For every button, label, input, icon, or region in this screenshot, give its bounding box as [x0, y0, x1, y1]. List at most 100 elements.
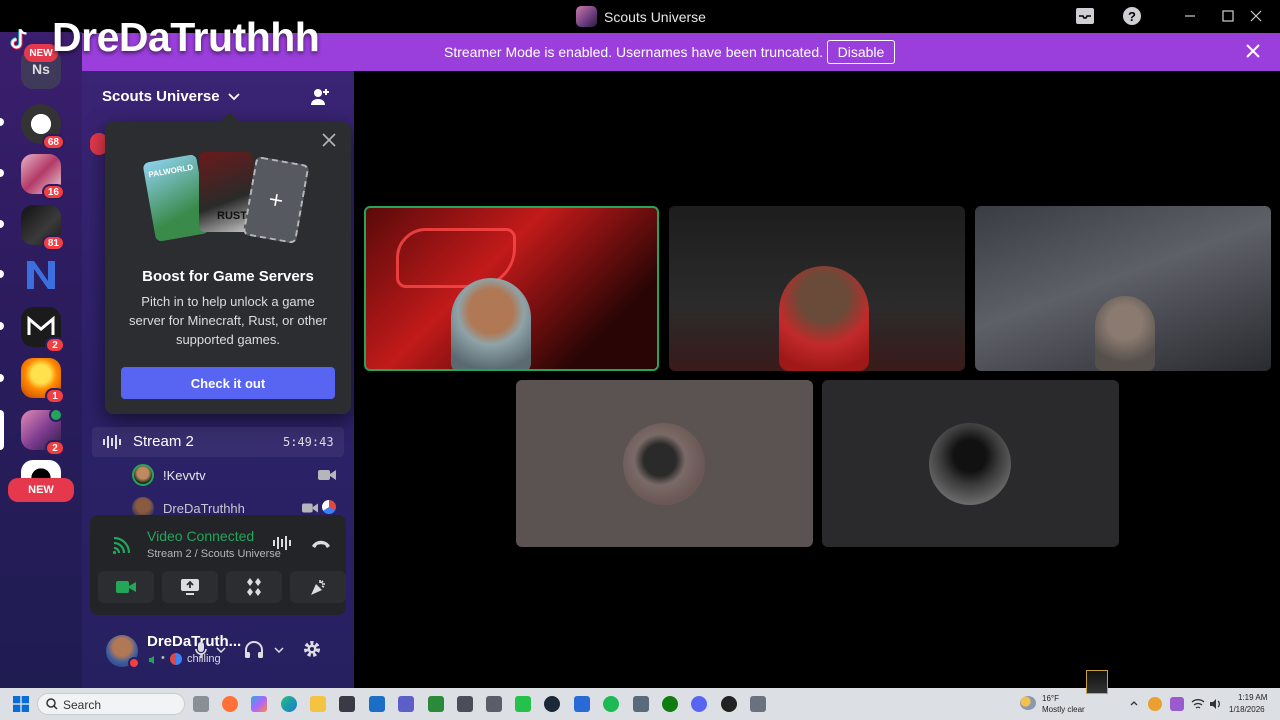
- server-initials: Ns: [32, 61, 50, 77]
- discord-icon[interactable]: [691, 696, 707, 712]
- boost-game-servers-popup: PALWORLD RUST Boost for Game Servers Pit…: [105, 122, 351, 414]
- voice-location[interactable]: Stream 2 / Scouts Universe: [147, 548, 281, 560]
- video-tile-speaking[interactable]: [364, 206, 659, 371]
- mention-badge: 16: [41, 184, 65, 200]
- banner-close-icon[interactable]: [1246, 42, 1260, 63]
- clock-date[interactable]: 1/18/2026: [1229, 705, 1265, 714]
- edge-icon[interactable]: [281, 696, 297, 712]
- weather-temp: 16°F: [1042, 694, 1059, 703]
- maximize-icon[interactable]: [1217, 6, 1239, 26]
- firefox-icon[interactable]: [222, 696, 238, 712]
- voice-duration: 5:49:43: [283, 435, 334, 449]
- copilot-icon[interactable]: [251, 696, 267, 712]
- rust-card-text: RUST: [217, 210, 247, 222]
- voice-member[interactable]: !Kevvtv: [130, 464, 340, 488]
- minimize-icon[interactable]: [1179, 6, 1201, 26]
- screen-share-icon: [181, 579, 199, 595]
- app-icon[interactable]: [428, 696, 444, 712]
- server-scouts-universe[interactable]: 2: [21, 408, 65, 456]
- server-name-header[interactable]: Scouts Universe: [102, 88, 240, 105]
- windows-start-icon[interactable]: [13, 696, 29, 712]
- weather-icon[interactable]: [1020, 696, 1036, 710]
- popup-heading: Boost for Game Servers: [142, 268, 314, 285]
- task-view-icon[interactable]: [193, 696, 209, 712]
- activities-icon: [247, 578, 261, 596]
- xbox-icon[interactable]: [662, 696, 678, 712]
- settings-gear-icon[interactable]: [302, 639, 322, 659]
- app-icon[interactable]: [574, 696, 590, 712]
- headphones-icon[interactable]: [244, 641, 264, 659]
- disconnect-icon: [312, 540, 330, 548]
- server-6[interactable]: 1: [21, 358, 65, 404]
- settings-app-icon[interactable]: [633, 696, 649, 712]
- voice-status: Video Connected: [147, 528, 255, 544]
- spotify-icon[interactable]: [603, 696, 619, 712]
- audio-options-chevron-icon[interactable]: [274, 647, 284, 653]
- app-icon[interactable]: [750, 696, 766, 712]
- steam-icon[interactable]: [544, 696, 560, 712]
- voice-member-name: DreDaTruthhh: [163, 501, 245, 516]
- wifi-icon[interactable]: [1191, 698, 1205, 710]
- tray-chevron-up-icon[interactable]: [1130, 700, 1138, 706]
- unread-pill: [0, 118, 4, 126]
- unread-pill: [0, 270, 4, 278]
- app-icon[interactable]: [721, 696, 737, 712]
- add-member-icon[interactable]: [310, 87, 330, 112]
- screen-share-button[interactable]: [162, 571, 218, 603]
- mention-badge: 1: [45, 388, 65, 404]
- search-icon: [46, 698, 58, 710]
- inbox-icon[interactable]: [1074, 6, 1096, 26]
- popup-close-icon[interactable]: [322, 133, 336, 152]
- microphone-icon[interactable]: [194, 641, 208, 659]
- server-5[interactable]: 2: [21, 307, 65, 353]
- store-icon[interactable]: [339, 696, 355, 712]
- streamer-watermark: DreDaTruthhh: [52, 14, 320, 60]
- disable-streamer-mode-button[interactable]: Disable: [827, 40, 895, 64]
- tray-app-icon[interactable]: [1148, 697, 1162, 711]
- server-2[interactable]: 16: [21, 154, 65, 200]
- server-3[interactable]: 81: [21, 205, 65, 251]
- check-it-out-button[interactable]: Check it out: [121, 367, 335, 399]
- tray-app-icon[interactable]: [1170, 697, 1184, 711]
- svg-text:?: ?: [1128, 9, 1136, 24]
- file-explorer-icon[interactable]: [310, 696, 326, 712]
- taskbar-search[interactable]: Search: [37, 693, 185, 715]
- video-tile[interactable]: [669, 206, 965, 371]
- soundboard-button[interactable]: [290, 571, 346, 603]
- video-tile-avatar[interactable]: [516, 380, 813, 547]
- window-title: Scouts Universe: [604, 9, 706, 25]
- activities-button[interactable]: [226, 571, 282, 603]
- video-tile-avatar[interactable]: [822, 380, 1119, 547]
- unread-pill: [0, 374, 4, 382]
- participant-video: [451, 278, 531, 369]
- new-tag: NEW: [8, 478, 74, 502]
- tray-popup-icon: [1086, 670, 1108, 694]
- outlook-icon[interactable]: [369, 696, 385, 712]
- voice-channel-stream-2[interactable]: Stream 2 5:49:43: [92, 427, 344, 457]
- unread-pill: [0, 220, 4, 228]
- server-rail: Ns 68 16 81 2 1 2 NEW: [0, 32, 82, 688]
- participant-avatar: [929, 423, 1011, 505]
- teams-icon[interactable]: [398, 696, 414, 712]
- server-name: Scouts Universe: [102, 88, 220, 105]
- participant-video: [779, 266, 869, 371]
- search-placeholder: Search: [63, 698, 102, 712]
- app-icon[interactable]: [515, 696, 531, 712]
- camera-button[interactable]: [98, 571, 154, 603]
- user-panel: DreDaTruth... • chilling: [90, 621, 346, 679]
- popup-body: Pitch in to help unlock a game server fo…: [129, 294, 327, 347]
- video-icon: [318, 470, 336, 480]
- server-4[interactable]: [21, 255, 61, 295]
- app-icon[interactable]: [486, 696, 502, 712]
- mic-options-chevron-icon[interactable]: [216, 647, 226, 653]
- clock-time[interactable]: 1:19 AM: [1238, 693, 1267, 702]
- video-tile[interactable]: [975, 206, 1271, 371]
- close-window-icon[interactable]: [1245, 6, 1267, 26]
- n-logo-icon: [27, 261, 55, 289]
- unread-pill: [0, 322, 4, 330]
- app-icon[interactable]: [457, 696, 473, 712]
- banner-message: Streamer Mode is enabled. Usernames have…: [444, 44, 823, 60]
- volume-icon[interactable]: [1209, 698, 1223, 710]
- help-icon[interactable]: ?: [1121, 6, 1143, 26]
- server-1[interactable]: 68: [21, 104, 65, 150]
